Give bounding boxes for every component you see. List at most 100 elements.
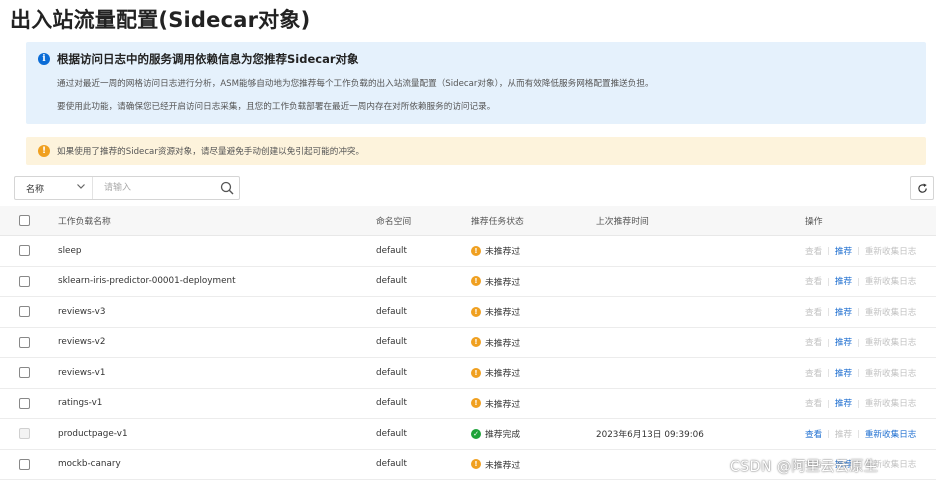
filter-field-select[interactable]: 名称 bbox=[15, 177, 93, 199]
table-row: sklearn-iris-predictor-00001-deployment d… bbox=[0, 266, 936, 297]
check-circle-icon: ✓ bbox=[471, 428, 481, 439]
recommend-button[interactable]: 推荐 bbox=[835, 306, 852, 318]
recommend-status-text: 推荐完成 bbox=[485, 430, 521, 441]
view-button: 查看 bbox=[805, 399, 823, 410]
recommend-status: ! 未推荐过 bbox=[471, 358, 520, 388]
action-separator: | bbox=[857, 276, 860, 286]
recollect-logs-button: 重新收集日志 bbox=[864, 338, 917, 349]
row-checkbox[interactable] bbox=[19, 306, 30, 318]
row-actions: 查看 | 推荐 | 重新收集日志 bbox=[805, 236, 916, 266]
action-separator: | bbox=[857, 429, 860, 439]
recommend-status-text: 未推荐过 bbox=[485, 338, 521, 349]
view-button: 查看 bbox=[805, 277, 823, 288]
warning-icon: ! bbox=[38, 145, 50, 157]
recommend-button[interactable]: 推荐 bbox=[835, 336, 852, 348]
action-separator: | bbox=[827, 307, 830, 317]
row-checkbox[interactable] bbox=[19, 458, 30, 470]
workload-name: mockb-canary bbox=[58, 459, 121, 470]
recommend-status: ! 未推荐过 bbox=[471, 450, 520, 480]
warning-alert: ! 如果使用了推荐的Sidecar资源对象，请尽量避免手动创建以免引起可能的冲突… bbox=[26, 137, 926, 165]
table-body: sleep default! 未推荐过 查看 | 推荐 | 重新收集日志 sklearn-iri… bbox=[0, 236, 936, 480]
row-checkbox[interactable] bbox=[19, 275, 30, 287]
info-alert: i 根据访问日志中的服务调用依赖信息为您推荐Sidecar对象 通过对最近一周的… bbox=[26, 42, 926, 124]
recommend-status: ! 未推荐过 bbox=[471, 267, 520, 297]
action-separator: | bbox=[857, 368, 860, 378]
recollect-logs-button: 重新收集日志 bbox=[864, 399, 917, 410]
namespace: default bbox=[376, 306, 407, 317]
recommend-status: ! 未推荐过 bbox=[471, 236, 520, 266]
info-icon: i bbox=[38, 53, 50, 65]
action-separator: | bbox=[857, 398, 860, 408]
search-icon[interactable] bbox=[220, 181, 234, 195]
action-separator: | bbox=[827, 337, 830, 347]
page-title: 出入站流量配置(Sidecar对象) bbox=[10, 8, 311, 32]
warning-circle-icon: ! bbox=[471, 367, 481, 378]
row-checkbox[interactable] bbox=[19, 245, 30, 257]
workload-name: reviews-v3 bbox=[58, 306, 106, 317]
table-row: sleep default! 未推荐过 查看 | 推荐 | 重新收集日志 bbox=[0, 236, 936, 267]
recommend-button[interactable]: 推荐 bbox=[835, 275, 852, 287]
search-input[interactable] bbox=[94, 178, 212, 198]
row-actions: 查看 | 推荐 | 重新收集日志 bbox=[805, 267, 916, 297]
recommend-status-text: 未推荐过 bbox=[485, 460, 521, 471]
row-checkbox[interactable] bbox=[19, 336, 30, 348]
action-separator: | bbox=[827, 246, 830, 256]
recommend-status: ! 未推荐过 bbox=[471, 297, 520, 327]
namespace: default bbox=[376, 428, 407, 439]
table-row: reviews-v2 default! 未推荐过 查看 | 推荐 | 重新收集日志 bbox=[0, 327, 936, 358]
namespace: default bbox=[376, 276, 407, 287]
search-bar: 名称 bbox=[14, 176, 240, 200]
column-header-name: 工作负载名称 bbox=[58, 217, 111, 227]
action-separator: | bbox=[827, 429, 830, 439]
recommend-status-text: 未推荐过 bbox=[485, 308, 521, 319]
action-separator: | bbox=[857, 337, 860, 347]
recollect-logs-button: 重新收集日志 bbox=[864, 368, 917, 379]
warning-circle-icon: ! bbox=[471, 245, 481, 256]
filter-field-label: 名称 bbox=[26, 185, 45, 195]
recollect-logs-button[interactable]: 重新收集日志 bbox=[865, 428, 917, 440]
row-actions: 查看 | 推荐 | 重新收集日志 bbox=[805, 419, 916, 449]
recollect-logs-button: 重新收集日志 bbox=[864, 246, 917, 257]
namespace: default bbox=[376, 337, 407, 348]
namespace: default bbox=[376, 367, 407, 378]
workload-name: sleep bbox=[58, 245, 82, 256]
recommend-status: ! 未推荐过 bbox=[471, 389, 520, 419]
workload-name: sklearn-iris-predictor-00001-deployment bbox=[58, 276, 236, 287]
row-actions: 查看 | 推荐 | 重新收集日志 bbox=[805, 358, 916, 388]
recommend-button[interactable]: 推荐 bbox=[835, 397, 852, 409]
info-alert-title: 根据访问日志中的服务调用依赖信息为您推荐Sidecar对象 bbox=[57, 52, 359, 66]
recommend-status-text: 未推荐过 bbox=[485, 247, 521, 258]
warning-alert-text: 如果使用了推荐的Sidecar资源对象，请尽量避免手动创建以免引起可能的冲突。 bbox=[57, 147, 365, 157]
view-button: 查看 bbox=[805, 307, 823, 318]
recommend-button[interactable]: 推荐 bbox=[835, 367, 852, 379]
column-header-status: 推荐任务状态 bbox=[471, 217, 524, 227]
warning-circle-icon: ! bbox=[471, 337, 481, 348]
table-row: ratings-v1 default! 未推荐过 查看 | 推荐 | 重新收集日志 bbox=[0, 388, 936, 419]
row-checkbox[interactable] bbox=[19, 367, 30, 379]
watermark: CSDN @阿里云云原生 bbox=[730, 459, 879, 475]
column-header-namespace: 命名空间 bbox=[376, 217, 412, 227]
row-checkbox bbox=[19, 428, 30, 440]
view-button[interactable]: 查看 bbox=[805, 428, 822, 440]
row-actions: 查看 | 推荐 | 重新收集日志 bbox=[805, 389, 916, 419]
recommend-status: ! 未推荐过 bbox=[471, 328, 520, 358]
row-checkbox[interactable] bbox=[19, 397, 30, 409]
row-actions: 查看 | 推荐 | 重新收集日志 bbox=[805, 297, 916, 327]
table-row: reviews-v3 default ! 未推荐过 查看 | 推荐 | 重新收集日志 bbox=[0, 297, 936, 328]
recommend-status: ✓ 推荐完成 bbox=[471, 419, 520, 449]
refresh-button[interactable] bbox=[910, 176, 934, 200]
recollect-logs-button: 重新收集日志 bbox=[864, 307, 917, 318]
recommend-button[interactable]: 推荐 bbox=[835, 245, 852, 257]
recommend-status-text: 未推荐过 bbox=[485, 399, 521, 410]
action-separator: | bbox=[827, 368, 830, 378]
action-separator: | bbox=[827, 276, 830, 286]
view-button: 查看 bbox=[805, 368, 823, 379]
view-button: 查看 bbox=[805, 338, 823, 349]
chevron-down-icon bbox=[77, 184, 85, 189]
select-all-checkbox[interactable] bbox=[19, 215, 30, 226]
action-separator: | bbox=[857, 307, 860, 317]
warning-circle-icon: ! bbox=[471, 398, 481, 409]
namespace: default bbox=[376, 398, 407, 409]
warning-circle-icon: ! bbox=[471, 459, 481, 470]
action-separator: | bbox=[827, 398, 830, 408]
